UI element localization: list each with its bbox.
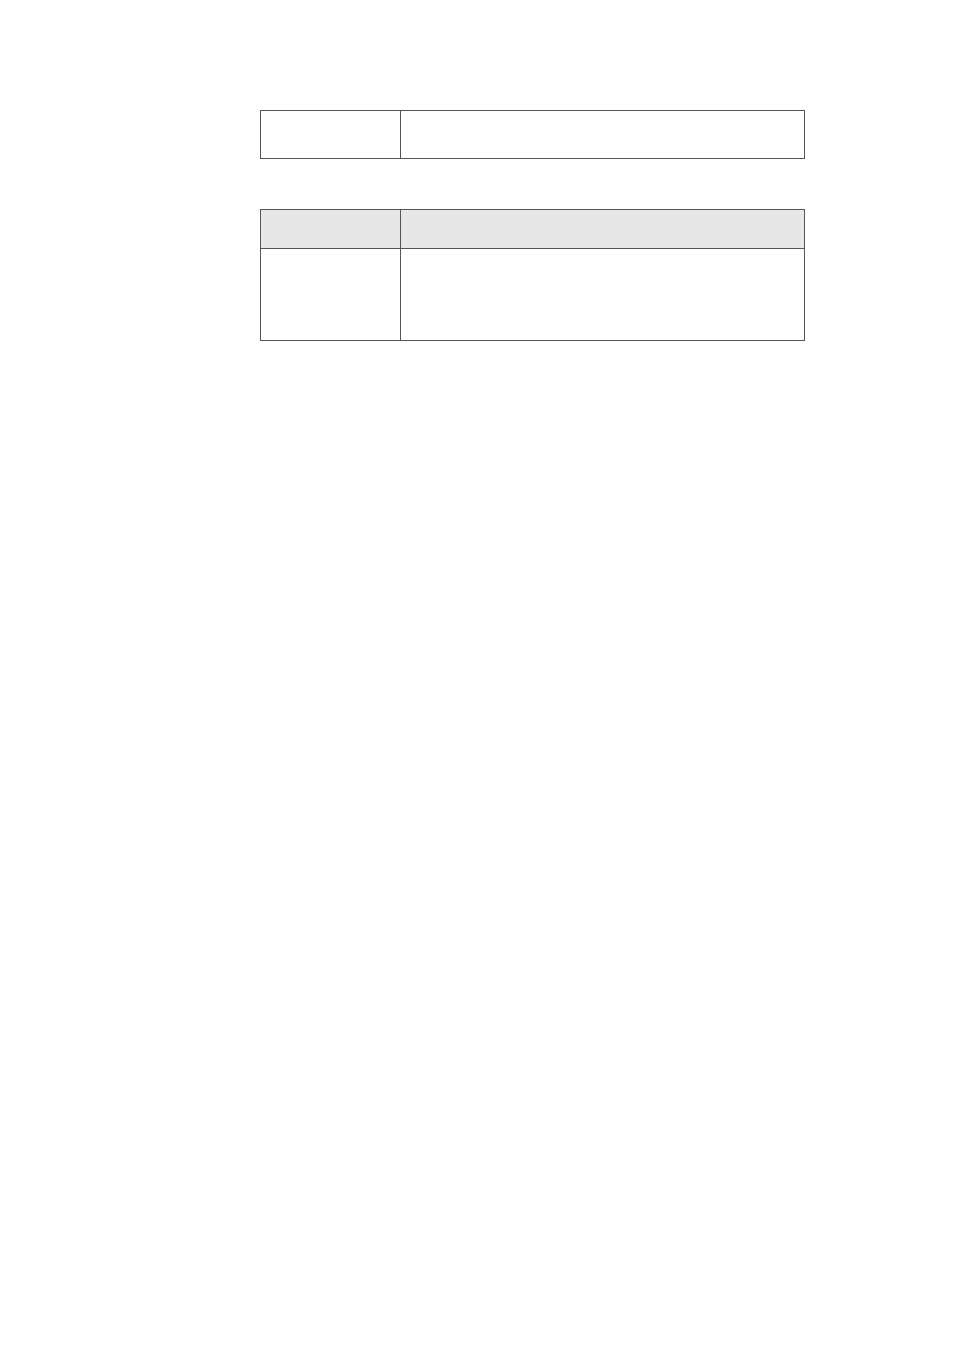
table-row	[261, 111, 805, 159]
table-header-row	[261, 210, 805, 249]
table-row	[261, 249, 805, 341]
cell	[401, 111, 805, 159]
cell	[261, 111, 401, 159]
content-column	[260, 110, 805, 341]
page	[0, 0, 954, 1350]
header-cell	[261, 210, 401, 249]
cell	[401, 249, 805, 341]
cell	[261, 249, 401, 341]
table-2	[260, 209, 805, 341]
header-cell	[401, 210, 805, 249]
table-1	[260, 110, 805, 159]
